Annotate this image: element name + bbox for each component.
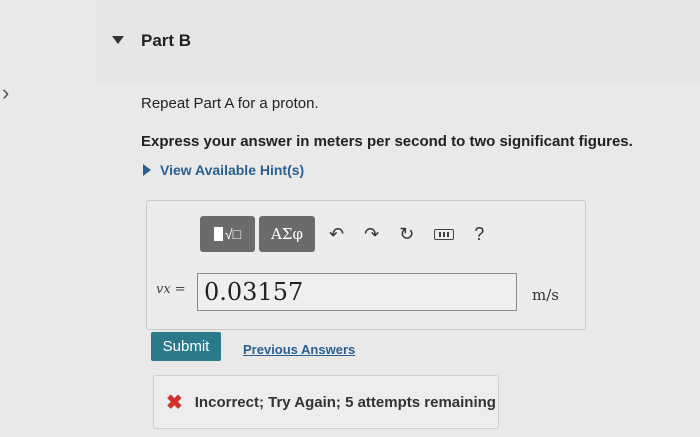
greek-symbols-button[interactable]: ΑΣφ xyxy=(259,216,315,252)
side-expand-chevron-icon[interactable]: › xyxy=(2,80,9,106)
template-box-icon xyxy=(213,227,223,241)
previous-answers-link[interactable]: Previous Answers xyxy=(243,342,355,357)
variable-label: vx = xyxy=(156,282,186,297)
part-title[interactable]: Part B xyxy=(141,31,191,51)
hint-caret-icon xyxy=(143,164,151,176)
keyboard-icon[interactable] xyxy=(434,228,455,240)
templates-button[interactable]: √□ xyxy=(200,216,255,252)
reset-icon[interactable]: ↻ xyxy=(399,224,414,245)
answer-input[interactable] xyxy=(197,273,517,311)
help-icon[interactable]: ? xyxy=(474,224,484,245)
feedback-box: ✖ Incorrect; Try Again; 5 attempts remai… xyxy=(153,375,499,429)
instruction-text: Express your answer in meters per second… xyxy=(141,133,633,150)
hint-label[interactable]: View Available Hint(s) xyxy=(160,162,304,178)
math-toolbar: √□ ΑΣφ ↶ ↷ ↻ ? xyxy=(200,216,494,252)
templates-label: √□ xyxy=(224,226,242,242)
question-text: Repeat Part A for a proton. xyxy=(141,95,319,112)
greek-label: ΑΣφ xyxy=(271,225,303,243)
collapse-caret-icon[interactable] xyxy=(112,36,124,44)
undo-icon[interactable]: ↶ xyxy=(329,224,344,245)
view-hints-toggle[interactable]: View Available Hint(s) xyxy=(143,162,304,178)
submit-button[interactable]: Submit xyxy=(151,332,221,361)
units-label: m/s xyxy=(532,286,559,304)
incorrect-x-icon: ✖ xyxy=(166,391,183,414)
redo-icon[interactable]: ↷ xyxy=(364,224,379,245)
feedback-text: Incorrect; Try Again; 5 attempts remaini… xyxy=(194,393,496,411)
